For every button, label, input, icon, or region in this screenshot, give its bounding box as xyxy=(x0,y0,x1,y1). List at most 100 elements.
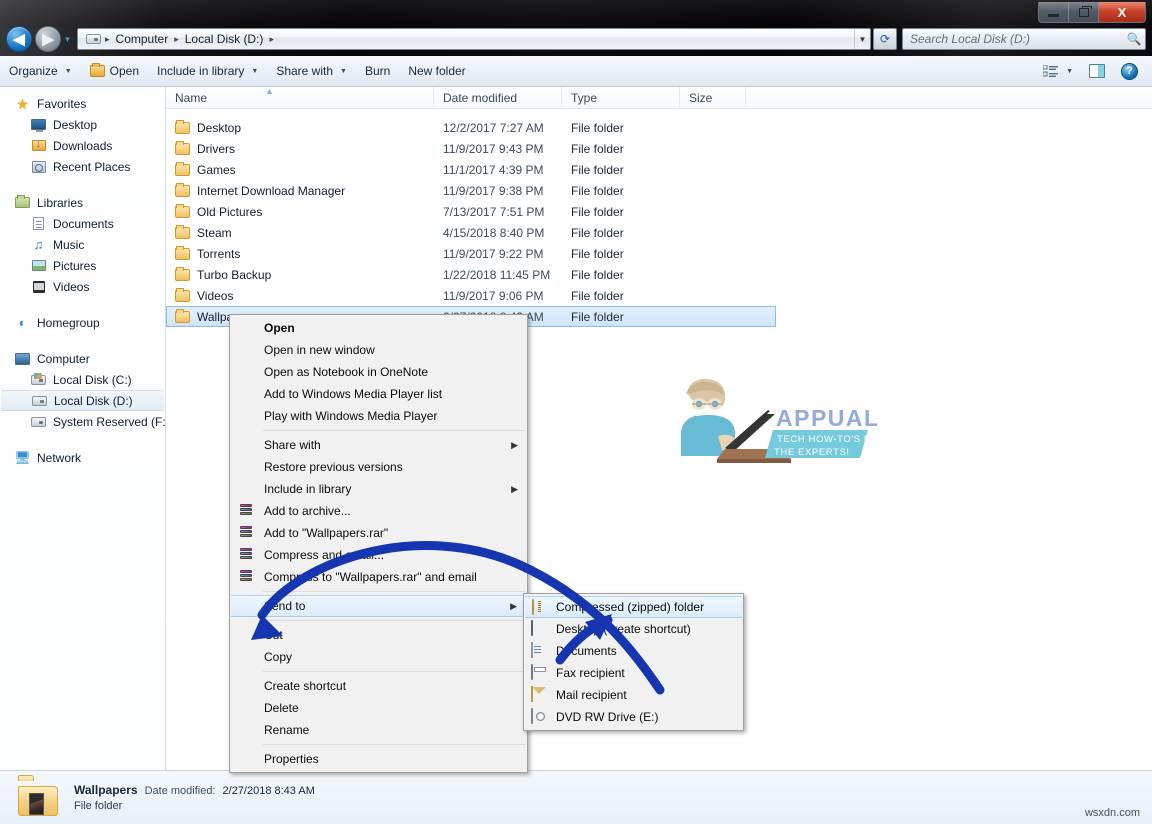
new-folder-button[interactable]: New folder xyxy=(399,60,474,83)
context-menu-item-compress-and-email[interactable]: Compress and email... xyxy=(230,544,527,566)
table-row[interactable]: Games 11/1/2017 4:39 PM File folder xyxy=(166,159,1152,180)
address-bar[interactable]: ▸ Computer ▸ Local Disk (D:) ▸ ▼ xyxy=(77,28,871,50)
context-menu-item-open-in-new-window[interactable]: Open in new window xyxy=(230,339,527,361)
file-date-cell: 11/9/2017 9:38 PM xyxy=(434,184,562,198)
context-menu-item-restore-previous-versions[interactable]: Restore previous versions xyxy=(230,456,527,478)
sidebar-item-recent-places[interactable]: Recent Places xyxy=(0,156,165,177)
recent-pages-dropdown[interactable]: ▼ xyxy=(61,26,74,52)
context-menu-item-cut[interactable]: Cut xyxy=(230,624,527,646)
menu-label: Add to "Wallpapers.rar" xyxy=(264,526,388,540)
sidebar-item-pictures[interactable]: Pictures xyxy=(0,255,165,276)
context-menu[interactable]: Open Open in new window Open as Notebook… xyxy=(229,314,528,773)
close-button[interactable]: X xyxy=(1099,2,1145,22)
sidebar-item-documents[interactable]: Documents xyxy=(0,213,165,234)
details-date-label: Date modified: xyxy=(145,785,216,797)
context-menu-item-add-to-windows-media-player-list[interactable]: Add to Windows Media Player list xyxy=(230,383,527,405)
context-menu-item-create-shortcut[interactable]: Create shortcut xyxy=(230,675,527,697)
minimize-button[interactable] xyxy=(1039,2,1069,22)
context-menu-item-open[interactable]: Open xyxy=(230,317,527,339)
sidebar-item-music[interactable]: ♫ Music xyxy=(0,234,165,255)
navigation-pane[interactable]: ★ Favorites Desktop Downloads Recent Pla… xyxy=(0,87,166,770)
sidebar-label: Music xyxy=(53,238,84,252)
refresh-button[interactable]: ⟳ xyxy=(873,28,897,50)
table-row[interactable]: Torrents 11/9/2017 9:22 PM File folder xyxy=(166,243,1152,264)
send-to-item-dvd-rw-drive-e[interactable]: DVD RW Drive (E:) xyxy=(524,706,743,728)
winrar-icon xyxy=(238,526,254,541)
context-menu-item-delete[interactable]: Delete xyxy=(230,697,527,719)
zip-folder-icon xyxy=(532,600,548,616)
context-menu-item-rename[interactable]: Rename xyxy=(230,719,527,741)
address-history-caret-icon[interactable]: ▼ xyxy=(854,29,870,49)
breadcrumb-item-local-disk-d[interactable]: Local Disk (D:) xyxy=(181,32,268,46)
sidebar-item-computer[interactable]: Computer xyxy=(0,348,165,369)
burn-button[interactable]: Burn xyxy=(356,60,399,83)
context-menu-item-open-as-notebook-in-onenote[interactable]: Open as Notebook in OneNote xyxy=(230,361,527,383)
breadcrumb-separator[interactable]: ▸ xyxy=(172,34,181,45)
table-row[interactable]: Internet Download Manager 11/9/2017 9:38… xyxy=(166,180,1152,201)
search-input[interactable]: Search Local Disk (D:) xyxy=(903,32,1123,46)
search-box[interactable]: Search Local Disk (D:) 🔍 xyxy=(902,28,1146,50)
table-row[interactable]: Old Pictures 7/13/2017 7:51 PM File fold… xyxy=(166,201,1152,222)
sidebar-label: Pictures xyxy=(53,259,96,273)
file-name-cell: Turbo Backup xyxy=(166,268,434,282)
change-view-button[interactable]: ▼ xyxy=(1038,60,1077,83)
context-menu-item-include-in-library[interactable]: Include in library ▶ xyxy=(230,478,527,500)
send-to-item-desktop-create-shortcut[interactable]: Desktop (create shortcut) xyxy=(524,618,743,640)
mail-icon xyxy=(531,687,547,703)
context-menu-item-copy[interactable]: Copy xyxy=(230,646,527,668)
column-header-date-modified[interactable]: Date modified xyxy=(434,87,562,109)
send-to-item-documents[interactable]: Documents xyxy=(524,640,743,662)
send-to-item-mail-recipient[interactable]: Mail recipient xyxy=(524,684,743,706)
sidebar-label: Local Disk (D:) xyxy=(54,394,133,408)
table-row[interactable]: Videos 11/9/2017 9:06 PM File folder xyxy=(166,285,1152,306)
open-button[interactable]: Open xyxy=(81,60,148,83)
sidebar-item-libraries[interactable]: Libraries xyxy=(0,192,165,213)
include-in-library-label: Include in library xyxy=(157,64,244,78)
folder-icon xyxy=(175,227,190,239)
sidebar-item-videos[interactable]: Videos xyxy=(0,276,165,297)
table-row[interactable]: Desktop 12/2/2017 7:27 AM File folder xyxy=(166,117,1152,138)
context-menu-item-add-to-archive[interactable]: Add to archive... xyxy=(230,500,527,522)
chevron-down-icon: ▼ xyxy=(340,68,347,75)
context-menu-item-add-to-wallpapers-rar[interactable]: Add to "Wallpapers.rar" xyxy=(230,522,527,544)
back-button[interactable]: ◀ xyxy=(6,26,32,52)
sidebar-item-network[interactable]: 🖥 Network xyxy=(0,447,165,468)
watermark-logo: APPUALS TECH HOW-TO'S FROM THE EXPERTS! xyxy=(765,405,878,458)
context-menu-item-properties[interactable]: Properties xyxy=(230,748,527,770)
sidebar-item-downloads[interactable]: Downloads xyxy=(0,135,165,156)
site-watermark: wsxdn.com xyxy=(1085,807,1140,819)
help-button[interactable]: ? xyxy=(1117,60,1142,83)
context-menu-item-play-with-windows-media-player[interactable]: Play with Windows Media Player xyxy=(230,405,527,427)
breadcrumb-separator[interactable]: ▸ xyxy=(267,34,276,45)
send-to-submenu[interactable]: Compressed (zipped) folder Desktop (crea… xyxy=(523,593,744,731)
context-menu-item-send-to[interactable]: Send to ▶ xyxy=(231,595,526,617)
share-with-button[interactable]: Share with ▼ xyxy=(267,60,356,83)
sidebar-item-system-reserved-f[interactable]: System Reserved (F:) xyxy=(0,411,165,432)
sidebar-item-desktop[interactable]: Desktop xyxy=(0,114,165,135)
column-header-size[interactable]: Size xyxy=(680,87,746,109)
breadcrumb-item-computer[interactable]: Computer xyxy=(112,32,173,46)
column-header-type[interactable]: Type xyxy=(562,87,680,109)
picture-icon xyxy=(30,258,47,273)
sidebar-item-local-disk-d[interactable]: Local Disk (D:) xyxy=(1,390,164,411)
send-to-item-fax-recipient[interactable]: Fax recipient xyxy=(524,662,743,684)
include-in-library-button[interactable]: Include in library ▼ xyxy=(148,60,267,83)
sidebar-item-favorites[interactable]: ★ Favorites xyxy=(0,93,165,114)
send-to-item-compressed-zipped-folder[interactable]: Compressed (zipped) folder xyxy=(525,596,742,618)
document-icon xyxy=(30,216,47,231)
column-header-name[interactable]: Name xyxy=(166,87,434,109)
sidebar-item-local-disk-c[interactable]: Local Disk (C:) xyxy=(0,369,165,390)
file-rows-container: Desktop 12/2/2017 7:27 AM File folder Dr… xyxy=(166,109,1152,327)
forward-button[interactable]: ▶ xyxy=(35,26,61,52)
show-preview-pane-button[interactable] xyxy=(1081,60,1113,83)
context-menu-item-compress-to-wallpapers-rar-and-email[interactable]: Compress to "Wallpapers.rar" and email xyxy=(230,566,527,588)
sidebar-item-homegroup[interactable]: ◐ Homegroup xyxy=(0,312,165,333)
table-row[interactable]: Drivers 11/9/2017 9:43 PM File folder xyxy=(166,138,1152,159)
organize-button[interactable]: Organize ▼ xyxy=(0,60,81,83)
context-menu-item-share-with[interactable]: Share with ▶ xyxy=(230,434,527,456)
table-row[interactable]: Steam 4/15/2018 8:40 PM File folder xyxy=(166,222,1152,243)
table-row[interactable]: Turbo Backup 1/22/2018 11:45 PM File fol… xyxy=(166,264,1152,285)
maximize-button[interactable] xyxy=(1069,2,1099,22)
menu-label: Compress to "Wallpapers.rar" and email xyxy=(264,570,477,584)
folder-icon xyxy=(175,311,190,323)
